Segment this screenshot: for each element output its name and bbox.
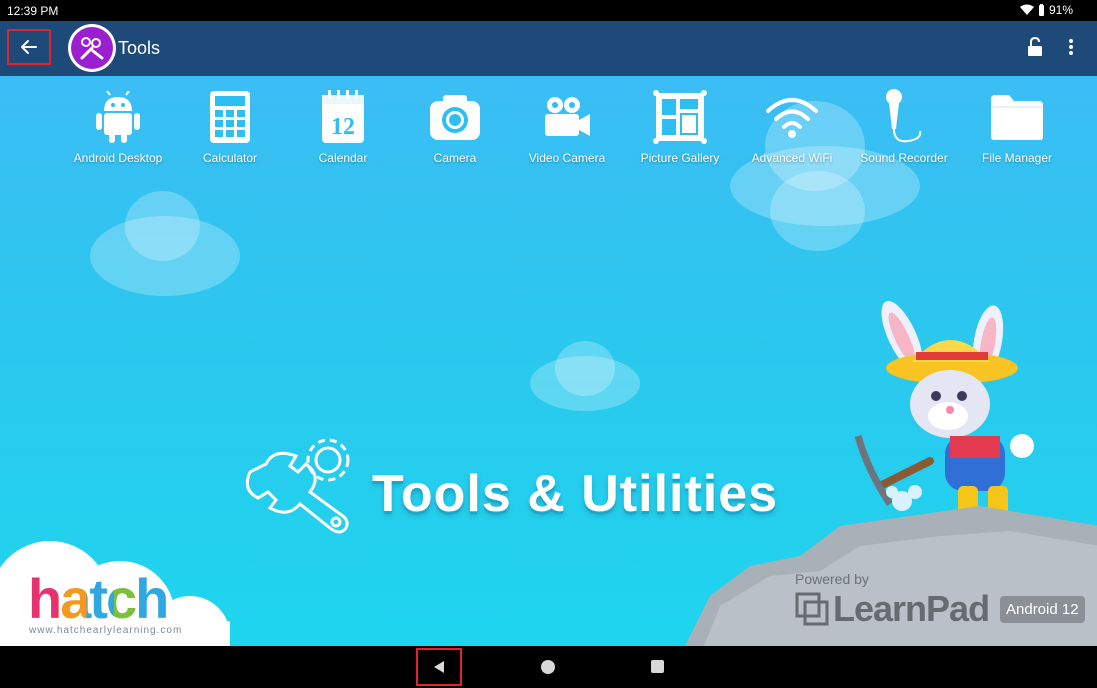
- cloud-decoration: [125, 191, 200, 261]
- nav-back-button[interactable]: [416, 648, 462, 686]
- app-label: Video Camera: [528, 151, 606, 165]
- learnpad-logo: LearnPad: [795, 588, 990, 630]
- arrow-left-icon: [21, 40, 37, 54]
- app-label: Picture Gallery: [640, 151, 720, 165]
- app-android-desktop[interactable]: Android Desktop: [62, 88, 174, 170]
- microphone-icon: [886, 89, 922, 143]
- cloud-decoration: [770, 171, 865, 251]
- calculator-icon: [210, 91, 250, 143]
- app-label: Calendar: [318, 151, 368, 165]
- learnpad-text: LearnPad: [833, 588, 990, 629]
- system-nav-bar: [0, 646, 1097, 688]
- app-label: Camera: [433, 151, 477, 165]
- hatch-logo: hatch: [28, 566, 169, 631]
- video-camera-icon: [545, 97, 590, 136]
- launcher-area: Android Desktop Calculator 12 Calendar C…: [0, 76, 1097, 646]
- picture-gallery-icon: [653, 90, 707, 144]
- app-calendar[interactable]: 12 Calendar: [287, 88, 399, 170]
- wifi-status-icon: [1019, 4, 1034, 15]
- app-grid: Android Desktop Calculator 12 Calendar C…: [60, 88, 1070, 178]
- camera-icon: [430, 95, 480, 140]
- battery-level: 91%: [1048, 3, 1073, 17]
- tools-logo: [68, 24, 116, 72]
- cloud-decoration: [555, 341, 615, 396]
- calendar-icon: 12: [322, 90, 364, 143]
- nav-home-button[interactable]: [541, 660, 555, 674]
- wifi-icon: [766, 98, 818, 138]
- battery-icon: [1038, 4, 1044, 16]
- wrench-gear-icon: [245, 438, 350, 534]
- app-picture-gallery[interactable]: Picture Gallery: [624, 88, 736, 170]
- app-file-manager[interactable]: File Manager: [961, 88, 1073, 170]
- page-title: Tools: [118, 38, 161, 58]
- calendar-day: 12: [331, 114, 355, 140]
- app-advanced-wifi[interactable]: Advanced WiFi: [736, 88, 848, 170]
- app-label: Android Desktop: [73, 151, 163, 165]
- app-calculator[interactable]: Calculator: [174, 88, 286, 170]
- android-version-badge: Android 12: [1000, 596, 1085, 623]
- android-icon: [96, 91, 140, 143]
- folder-icon: [991, 95, 1043, 140]
- more-vert-icon[interactable]: [1066, 37, 1076, 57]
- triangle-back-icon: [434, 661, 444, 673]
- app-label: Advanced WiFi: [751, 151, 833, 165]
- tools-logo-icon: [80, 37, 104, 60]
- app-camera[interactable]: Camera: [399, 88, 511, 170]
- app-sound-recorder[interactable]: Sound Recorder: [848, 88, 960, 170]
- learnpad-mark-icon: [795, 592, 829, 626]
- hatch-logo-text: hatch: [28, 567, 169, 630]
- lock-icon[interactable]: [1026, 37, 1044, 57]
- app-label: File Manager: [981, 151, 1053, 165]
- status-bar: 12:39 PM 91%: [0, 0, 1097, 21]
- back-button[interactable]: [7, 29, 51, 65]
- hatch-url: www.hatchearlylearning.com: [29, 625, 183, 636]
- nav-recents-button[interactable]: [651, 660, 664, 673]
- powered-by-label: Powered by: [795, 571, 869, 587]
- app-bar: Tools: [0, 21, 1097, 76]
- app-label: Sound Recorder: [860, 151, 948, 165]
- status-time: 12:39 PM: [7, 4, 59, 18]
- app-label: Calculator: [202, 151, 258, 165]
- app-video-camera[interactable]: Video Camera: [511, 88, 623, 170]
